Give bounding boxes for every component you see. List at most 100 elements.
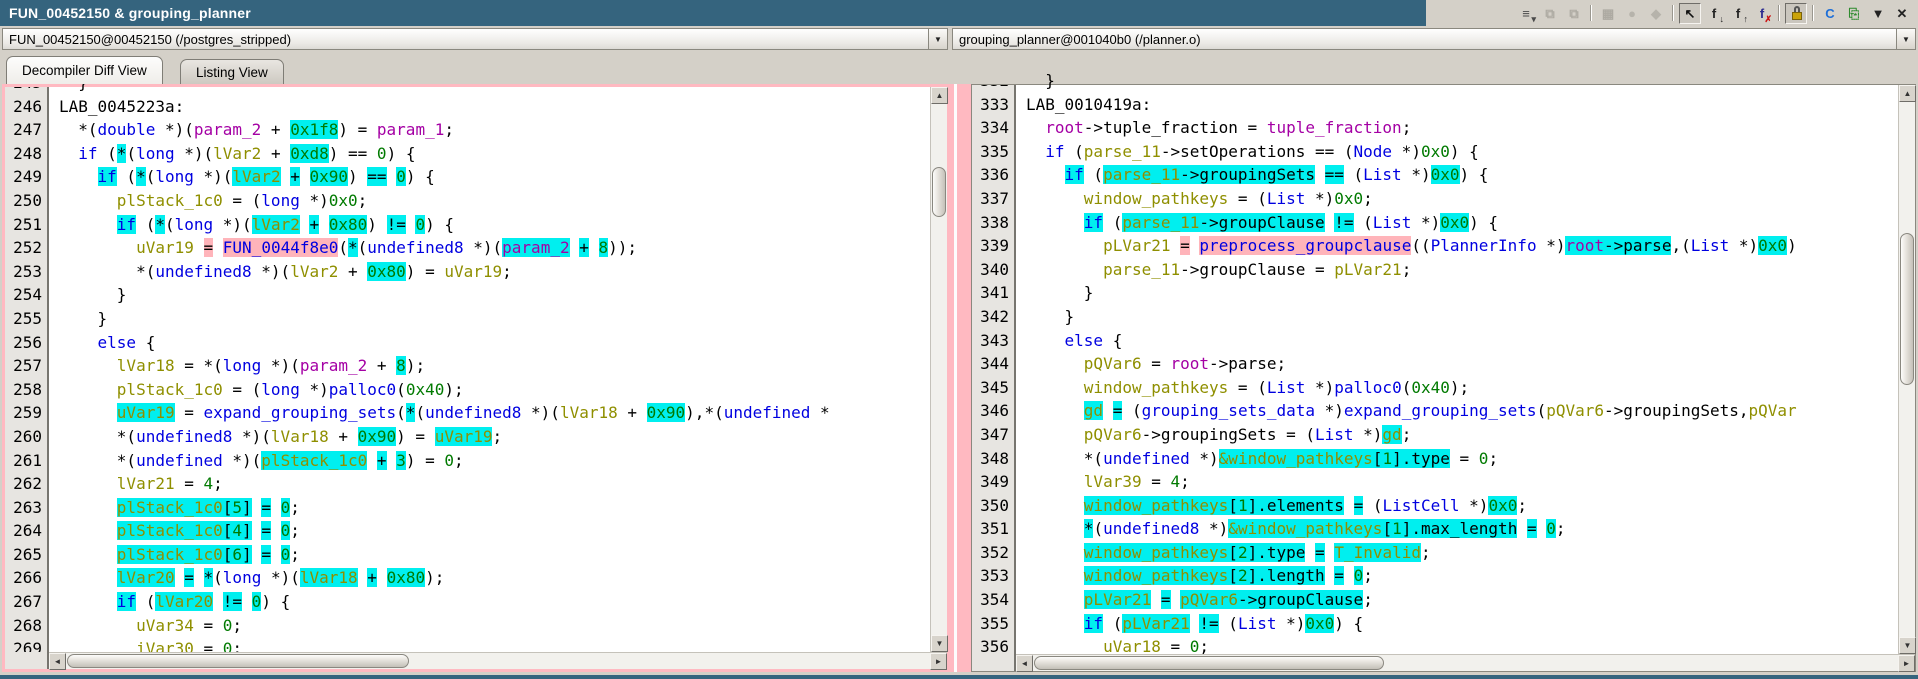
code-token[interactable]: 0x0 (1334, 189, 1363, 208)
code-token[interactable]: ] (1248, 496, 1258, 515)
code-token[interactable]: *) (1305, 378, 1334, 397)
scroll-down-icon[interactable]: ▼ (1899, 637, 1916, 654)
code-line[interactable]: plStack_1c0 = (long *)palloc0(0x40); (59, 378, 930, 402)
code-token[interactable]: 0 (1479, 449, 1489, 468)
code-line[interactable]: window_pathkeys = (List *)0x0; (1026, 187, 1898, 211)
code-token[interactable] (59, 521, 117, 540)
code-token[interactable]: * (204, 568, 214, 587)
code-token[interactable]: ( (136, 592, 155, 611)
code-token[interactable] (1151, 590, 1161, 609)
code-token[interactable]: ->parse (1604, 236, 1671, 255)
code-token[interactable]: lVar18 (560, 403, 618, 422)
code-token[interactable]: = *( (175, 356, 223, 375)
code-token[interactable]: lVar39 (1084, 472, 1142, 491)
code-token[interactable]: [ (1373, 449, 1383, 468)
code-token[interactable]: &window_pathkeys (1219, 449, 1373, 468)
code-token[interactable]: * (117, 144, 127, 163)
horizontal-scrollbar[interactable]: ◄ ► (49, 652, 947, 669)
code-token[interactable]: *( (59, 120, 98, 139)
code-token[interactable]: = ( (1228, 378, 1267, 397)
code-token[interactable]: undefined8 (425, 403, 521, 422)
code-token[interactable]: ( (1065, 142, 1084, 161)
code-token[interactable]: List (1267, 378, 1306, 397)
code-token[interactable]: pQVar6 (1546, 401, 1604, 420)
code-token[interactable]: == (367, 167, 386, 186)
code-token[interactable]: else (98, 333, 137, 352)
code-token[interactable]: undefined (724, 403, 811, 422)
close-icon[interactable]: ✕ (1891, 3, 1913, 24)
code-token[interactable]: ) { (1460, 165, 1489, 184)
code-token[interactable]: *)( (252, 262, 291, 281)
code-token[interactable] (1517, 519, 1527, 538)
code-token[interactable]: undefined8 (367, 238, 463, 257)
code-token[interactable]: ( (1344, 165, 1363, 184)
code-token[interactable]: pQVar6 (1180, 590, 1238, 609)
code-token[interactable] (194, 238, 204, 257)
code-token[interactable] (1026, 378, 1084, 397)
code-token[interactable]: + (309, 215, 319, 234)
code-token[interactable]: *)( (521, 403, 560, 422)
code-token[interactable] (213, 592, 223, 611)
code-token[interactable]: 3 (396, 451, 406, 470)
code-token[interactable]: ; (1556, 519, 1566, 538)
code-token[interactable] (271, 498, 281, 517)
code-token[interactable]: + (367, 568, 377, 587)
code-token[interactable]: plStack_1c0 (117, 498, 223, 517)
code-line[interactable]: root->tuple_fraction = tuple_fraction; (1026, 116, 1898, 140)
decompiled-code-left[interactable]: }LAB_0045223a: *(double *)(param_2 + 0x1… (51, 71, 930, 652)
vertical-scrollbar[interactable]: ▲ ▼ (1898, 85, 1915, 654)
code-token[interactable]: *( (1026, 449, 1103, 468)
code-token[interactable] (1026, 566, 1084, 585)
code-token[interactable]: ; (502, 262, 512, 281)
pane-splitter[interactable] (950, 84, 971, 672)
code-token[interactable]: 0 (396, 167, 406, 186)
code-token[interactable]: *) (1402, 165, 1431, 184)
code-token[interactable] (367, 451, 377, 470)
code-token[interactable]: + (618, 403, 647, 422)
code-token[interactable]: [ (1228, 566, 1238, 585)
code-line[interactable]: } (59, 283, 930, 307)
code-line[interactable]: gd = (grouping_sets_data *)expand_groupi… (1026, 399, 1898, 423)
code-token[interactable]: ( (396, 380, 406, 399)
horizontal-scrollbar-thumb[interactable] (1034, 656, 1384, 670)
code-token[interactable] (1325, 566, 1335, 585)
code-token[interactable]: ->groupClause (1199, 213, 1324, 232)
code-token[interactable]: * (406, 403, 416, 422)
code-token[interactable]: plStack_1c0 (117, 191, 223, 210)
code-token[interactable]: FUN_0044f8e0 (223, 238, 339, 257)
code-token[interactable] (1190, 614, 1200, 633)
code-token[interactable]: ->groupClause (1238, 590, 1363, 609)
code-line[interactable]: *(undefined8 *)(lVar18 + 0x90) = uVar19; (59, 425, 930, 449)
open-program-icon[interactable]: ⎘ (1843, 3, 1865, 24)
code-token[interactable]: ) = (396, 427, 435, 446)
code-token[interactable]: ( (213, 568, 223, 587)
code-token[interactable]: gd (1084, 401, 1103, 420)
code-token[interactable]: != (1334, 213, 1353, 232)
code-token[interactable]: long (175, 215, 214, 234)
code-token[interactable] (271, 521, 281, 540)
code-token[interactable]: = (175, 403, 204, 422)
code-token[interactable]: root (1565, 236, 1604, 255)
code-token[interactable]: = (1354, 496, 1364, 515)
code-token[interactable]: if (78, 144, 97, 163)
code-token[interactable]: ; (1421, 543, 1431, 562)
vertical-scrollbar-thumb[interactable] (932, 167, 946, 217)
code-token[interactable]: List (1315, 425, 1354, 444)
title-bar[interactable]: FUN_00452150 & grouping_planner ≡▾⧉⧉▦●◆↖… (0, 0, 1918, 26)
code-token[interactable]: { (1103, 331, 1122, 350)
chevron-down-icon[interactable]: ▼ (1896, 29, 1915, 49)
code-token[interactable]: palloc0 (1334, 378, 1401, 397)
code-token[interactable]: ] (1402, 519, 1412, 538)
code-token[interactable]: != (223, 592, 242, 611)
code-token[interactable]: ; (290, 521, 300, 540)
code-token[interactable]: 0 (377, 144, 387, 163)
code-line[interactable]: *(undefined *)&window_pathkeys[1].type =… (1026, 447, 1898, 471)
code-token[interactable]: [ (223, 521, 233, 540)
code-token[interactable] (1026, 496, 1084, 515)
code-token[interactable]: ; (492, 427, 502, 446)
code-token[interactable] (59, 592, 117, 611)
code-token[interactable]: ) = (338, 120, 377, 139)
code-token[interactable]: expand_grouping_sets (204, 403, 397, 422)
code-token[interactable] (1344, 566, 1354, 585)
code-token[interactable]: 0 (281, 521, 291, 540)
